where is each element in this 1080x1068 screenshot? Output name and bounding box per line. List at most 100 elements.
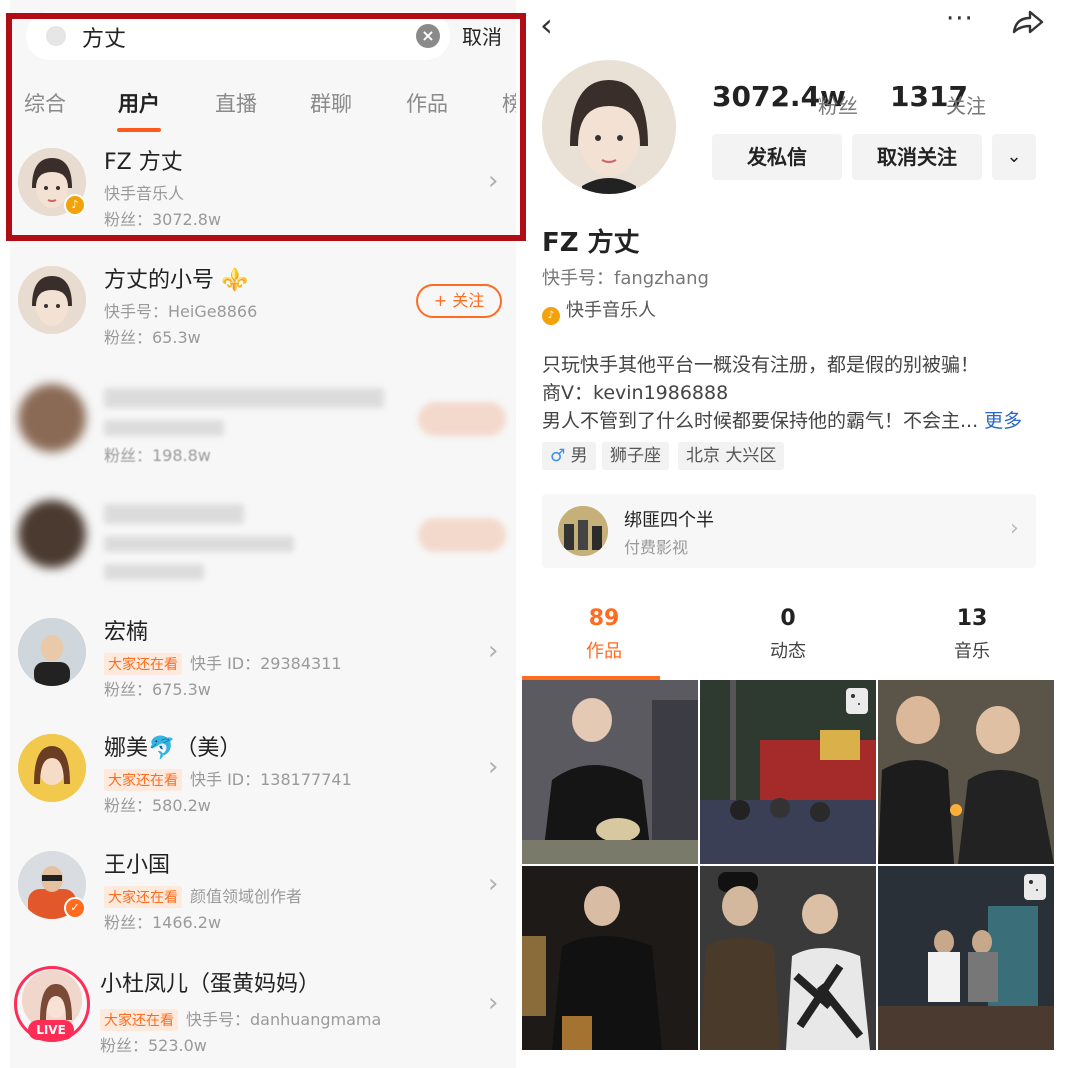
- user-row[interactable]: LIVE 小杜凤儿（蛋黄妈妈） 大家还在看 快手号：danhuangmama 粉丝…: [10, 966, 516, 1068]
- chevron-right-icon: ›: [488, 869, 499, 899]
- live-icon: LIVE: [28, 1020, 74, 1040]
- music-note-icon: ♪: [542, 307, 560, 325]
- tab-moments[interactable]: 0 动态: [718, 606, 858, 663]
- user-row[interactable]: ✓ 王小国 大家还在看 颜值领域创作者 粉丝：1466.2w ›: [10, 851, 516, 963]
- trending-tag: 大家还在看: [100, 1009, 178, 1031]
- video-thumbnail[interactable]: [700, 680, 876, 864]
- profile-avatar[interactable]: [542, 60, 676, 194]
- user-id: 快手号：HeiGe8866: [104, 302, 258, 321]
- follow-button[interactable]: + 关注: [416, 284, 502, 318]
- moments-count: 0: [780, 606, 796, 631]
- video-thumbnail[interactable]: [700, 866, 876, 1050]
- moments-label: 动态: [770, 641, 806, 662]
- user-row-blurred[interactable]: [10, 500, 516, 612]
- user-role: 快手音乐人: [104, 184, 185, 203]
- profile-panel: ‹ ··· 3072.4w 粉丝 1317 关注 发私信 取消关注 ⌄ FZ 方…: [522, 0, 1070, 1068]
- fans-label: 粉丝: [818, 94, 858, 118]
- search-tabs: 综合 用户 直播 群聊 作品 榜: [10, 82, 516, 132]
- movie-subtitle: 付费影视: [624, 538, 689, 557]
- chevron-right-icon: ›: [1010, 516, 1019, 541]
- role-line: ♪ 快手音乐人: [542, 296, 656, 325]
- user-fans: 粉丝：3072.8w: [104, 210, 222, 229]
- user-fans: 粉丝：198.8w: [104, 446, 211, 465]
- user-id: 快手 ID：138177741: [190, 770, 352, 789]
- user-meta: 大家还在看 快手号：danhuangmama: [100, 1006, 381, 1031]
- user-name: 方丈的小号 ⚜️: [104, 268, 249, 293]
- blurred-id: [104, 536, 294, 552]
- bio-line-truncated: 男人不管到了什么时候都要保持他的霸气！不会主... 更多: [542, 406, 1022, 433]
- unfollow-button[interactable]: 取消关注: [852, 134, 982, 180]
- search-icon: [46, 26, 66, 46]
- clear-icon[interactable]: ×: [416, 24, 440, 48]
- search-bar[interactable]: 方丈 ×: [26, 12, 450, 60]
- gender-text: 男: [570, 446, 588, 466]
- bio-line: 商V：kevin1986888: [542, 382, 729, 404]
- role-text: 快手音乐人: [566, 300, 656, 321]
- tab-group-chat[interactable]: 群聊: [310, 88, 352, 118]
- trending-tag: 大家还在看: [104, 769, 182, 791]
- user-fans: 粉丝：1466.2w: [104, 913, 222, 932]
- chevron-right-icon: ›: [488, 636, 499, 666]
- works-count: 89: [588, 606, 620, 631]
- bio-more-link[interactable]: 更多: [984, 410, 1022, 432]
- search-results-panel: 方丈 × 取消 综合 用户 直播 群聊 作品 榜 ♪ FZ 方丈 快手音乐人 粉…: [10, 0, 516, 1068]
- user-id: 快手号：danhuangmama: [186, 1010, 382, 1029]
- cancel-button[interactable]: 取消: [462, 21, 502, 50]
- video-thumbnail[interactable]: [878, 866, 1054, 1050]
- profile-name: FZ 方丈: [542, 228, 640, 258]
- bio-line: 男人不管到了什么时候都要保持他的霸气！不会主...: [542, 410, 979, 432]
- search-query[interactable]: 方丈: [82, 21, 126, 53]
- tab-ranking[interactable]: 榜: [502, 88, 516, 118]
- avatar: [18, 618, 86, 686]
- user-meta: 大家还在看 颜值领域创作者: [104, 883, 302, 908]
- user-meta: 大家还在看 快手 ID：138177741: [104, 766, 352, 791]
- works-label: 作品: [586, 641, 622, 662]
- verified-icon: ✓: [64, 897, 86, 919]
- follow-button[interactable]: [418, 518, 506, 552]
- back-icon[interactable]: ‹: [540, 6, 553, 44]
- user-row-blurred[interactable]: 粉丝：198.8w: [10, 384, 516, 496]
- chevron-down-icon[interactable]: ⌄: [992, 134, 1036, 180]
- kuaishou-id: 快手号：fangzhang: [542, 268, 709, 289]
- movie-title: 绑匪四个半: [624, 510, 714, 531]
- blurred-name: [104, 388, 384, 408]
- avatar: [18, 734, 86, 802]
- photo-type-icon: [1024, 874, 1046, 900]
- chevron-right-icon: ›: [488, 166, 499, 196]
- video-thumbnail[interactable]: [522, 866, 698, 1050]
- location-chip: 北京 大兴区: [678, 442, 785, 470]
- share-icon[interactable]: [1012, 8, 1044, 36]
- user-row[interactable]: 宏楠 大家还在看 快手 ID：29384311 粉丝：675.3w ›: [10, 618, 516, 730]
- top-result-row[interactable]: ♪ FZ 方丈 快手音乐人 粉丝：3072.8w ›: [10, 148, 516, 260]
- tab-works[interactable]: 作品: [406, 88, 448, 118]
- blurred-fans: [104, 564, 204, 580]
- video-thumbnail[interactable]: [522, 680, 698, 864]
- music-label: 音乐: [954, 641, 990, 662]
- user-name: 小杜凤儿（蛋黄妈妈）: [100, 972, 321, 997]
- user-category: 颜值领域创作者: [190, 887, 303, 906]
- tab-live[interactable]: 直播: [215, 88, 257, 118]
- user-fans: 粉丝：65.3w: [104, 328, 201, 347]
- blurred-name: [104, 504, 244, 524]
- message-button[interactable]: 发私信: [712, 134, 842, 180]
- chevron-right-icon: ›: [488, 752, 499, 782]
- more-icon[interactable]: ···: [946, 4, 974, 34]
- tab-music[interactable]: 13 音乐: [902, 606, 1042, 663]
- follow-button[interactable]: [418, 402, 506, 436]
- following-label: 关注: [946, 94, 986, 118]
- user-row[interactable]: 娜美🐬（美） 大家还在看 快手 ID：138177741 粉丝：580.2w ›: [10, 734, 516, 846]
- movie-thumbnail: [558, 506, 608, 556]
- zodiac-chip: 狮子座: [602, 442, 669, 470]
- video-thumbnail[interactable]: [878, 680, 1054, 864]
- tab-comprehensive[interactable]: 综合: [24, 88, 66, 118]
- tab-works[interactable]: 89 作品: [534, 606, 674, 663]
- active-tab-underline: [117, 128, 161, 132]
- movie-card[interactable]: 绑匪四个半 付费影视 ›: [542, 494, 1036, 568]
- tab-users[interactable]: 用户: [118, 88, 160, 118]
- avatar: [18, 266, 86, 334]
- user-row[interactable]: 方丈的小号 ⚜️ 快手号：HeiGe8866 粉丝：65.3w + 关注: [10, 266, 516, 378]
- music-count: 13: [956, 606, 988, 631]
- user-meta: 大家还在看 快手 ID：29384311: [104, 650, 342, 675]
- user-name: 娜美🐬（美）: [104, 736, 242, 761]
- user-name: FZ 方丈: [104, 150, 183, 175]
